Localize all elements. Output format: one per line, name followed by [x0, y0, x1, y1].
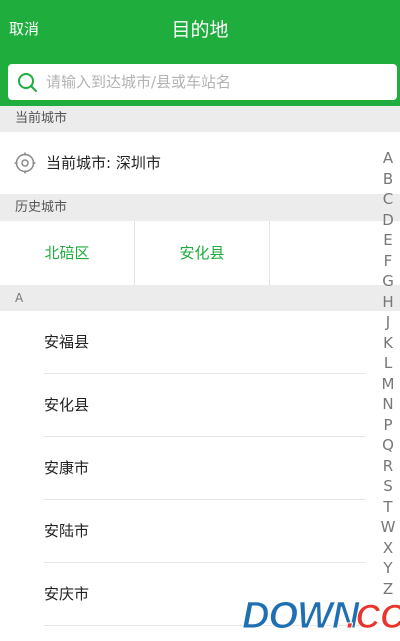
header-bar: 取消 目的地	[0, 0, 400, 58]
index-letter[interactable]: L	[376, 353, 400, 374]
locate-icon	[14, 152, 36, 174]
index-letter[interactable]: T	[376, 497, 400, 518]
index-letter[interactable]: D	[376, 210, 400, 231]
index-letter[interactable]: X	[376, 538, 400, 559]
section-header-letter: A	[0, 285, 400, 311]
index-letter[interactable]: G	[376, 271, 400, 292]
city-name: 安康市	[44, 459, 90, 477]
city-list-item[interactable]: 安陆市	[0, 500, 400, 563]
index-letter[interactable]: C	[376, 189, 400, 210]
section-header-history: 历史城市	[0, 194, 400, 221]
index-letter[interactable]: S	[376, 476, 400, 497]
city-list-item[interactable]: 安康市	[0, 437, 400, 500]
history-city-item[interactable]: 北碚区	[0, 221, 135, 285]
city-name: 安庆市	[44, 585, 90, 603]
index-letter[interactable]: J	[376, 312, 400, 333]
section-header-current: 当前城市	[0, 106, 400, 132]
index-letter[interactable]: E	[376, 230, 400, 251]
current-city-label: 当前城市: 深圳市	[46, 154, 161, 172]
history-city-item[interactable]: 安化县	[135, 221, 270, 285]
search-bar	[0, 58, 400, 106]
svg-text:.CC: .CC	[346, 598, 400, 636]
watermark-logo: DOWN .CC	[242, 595, 400, 638]
index-letter[interactable]: Q	[376, 435, 400, 456]
search-input[interactable]	[46, 64, 386, 100]
current-city-row[interactable]: 当前城市: 深圳市	[0, 132, 400, 194]
city-list-item[interactable]: 安化县	[0, 374, 400, 437]
index-letter[interactable]: R	[376, 456, 400, 477]
index-letter[interactable]: Y	[376, 558, 400, 579]
search-box[interactable]	[8, 64, 397, 100]
index-letter[interactable]: B	[376, 169, 400, 190]
index-letter[interactable]: W	[376, 517, 400, 538]
index-letter[interactable]: P	[376, 415, 400, 436]
index-letter[interactable]: H	[376, 292, 400, 313]
search-icon	[18, 73, 37, 92]
city-name: 安福县	[44, 333, 90, 351]
city-name: 安化县	[44, 396, 90, 414]
page-title: 目的地	[171, 19, 229, 41]
alphabet-index-bar[interactable]: A B C D E F G H J K L M N P Q R S T W X …	[376, 148, 400, 599]
city-name: 安陆市	[44, 522, 90, 540]
city-list-item[interactable]: 安福县	[0, 311, 400, 374]
svg-text:DOWN: DOWN	[242, 595, 361, 637]
index-letter[interactable]: K	[376, 333, 400, 354]
history-city-row: 北碚区 安化县	[0, 221, 400, 285]
city-list: 安福县 安化县 安康市 安陆市 安庆市	[0, 311, 400, 626]
index-letter[interactable]: M	[376, 374, 400, 395]
index-letter[interactable]: A	[376, 148, 400, 169]
index-letter[interactable]: N	[376, 394, 400, 415]
index-letter[interactable]: F	[376, 251, 400, 272]
